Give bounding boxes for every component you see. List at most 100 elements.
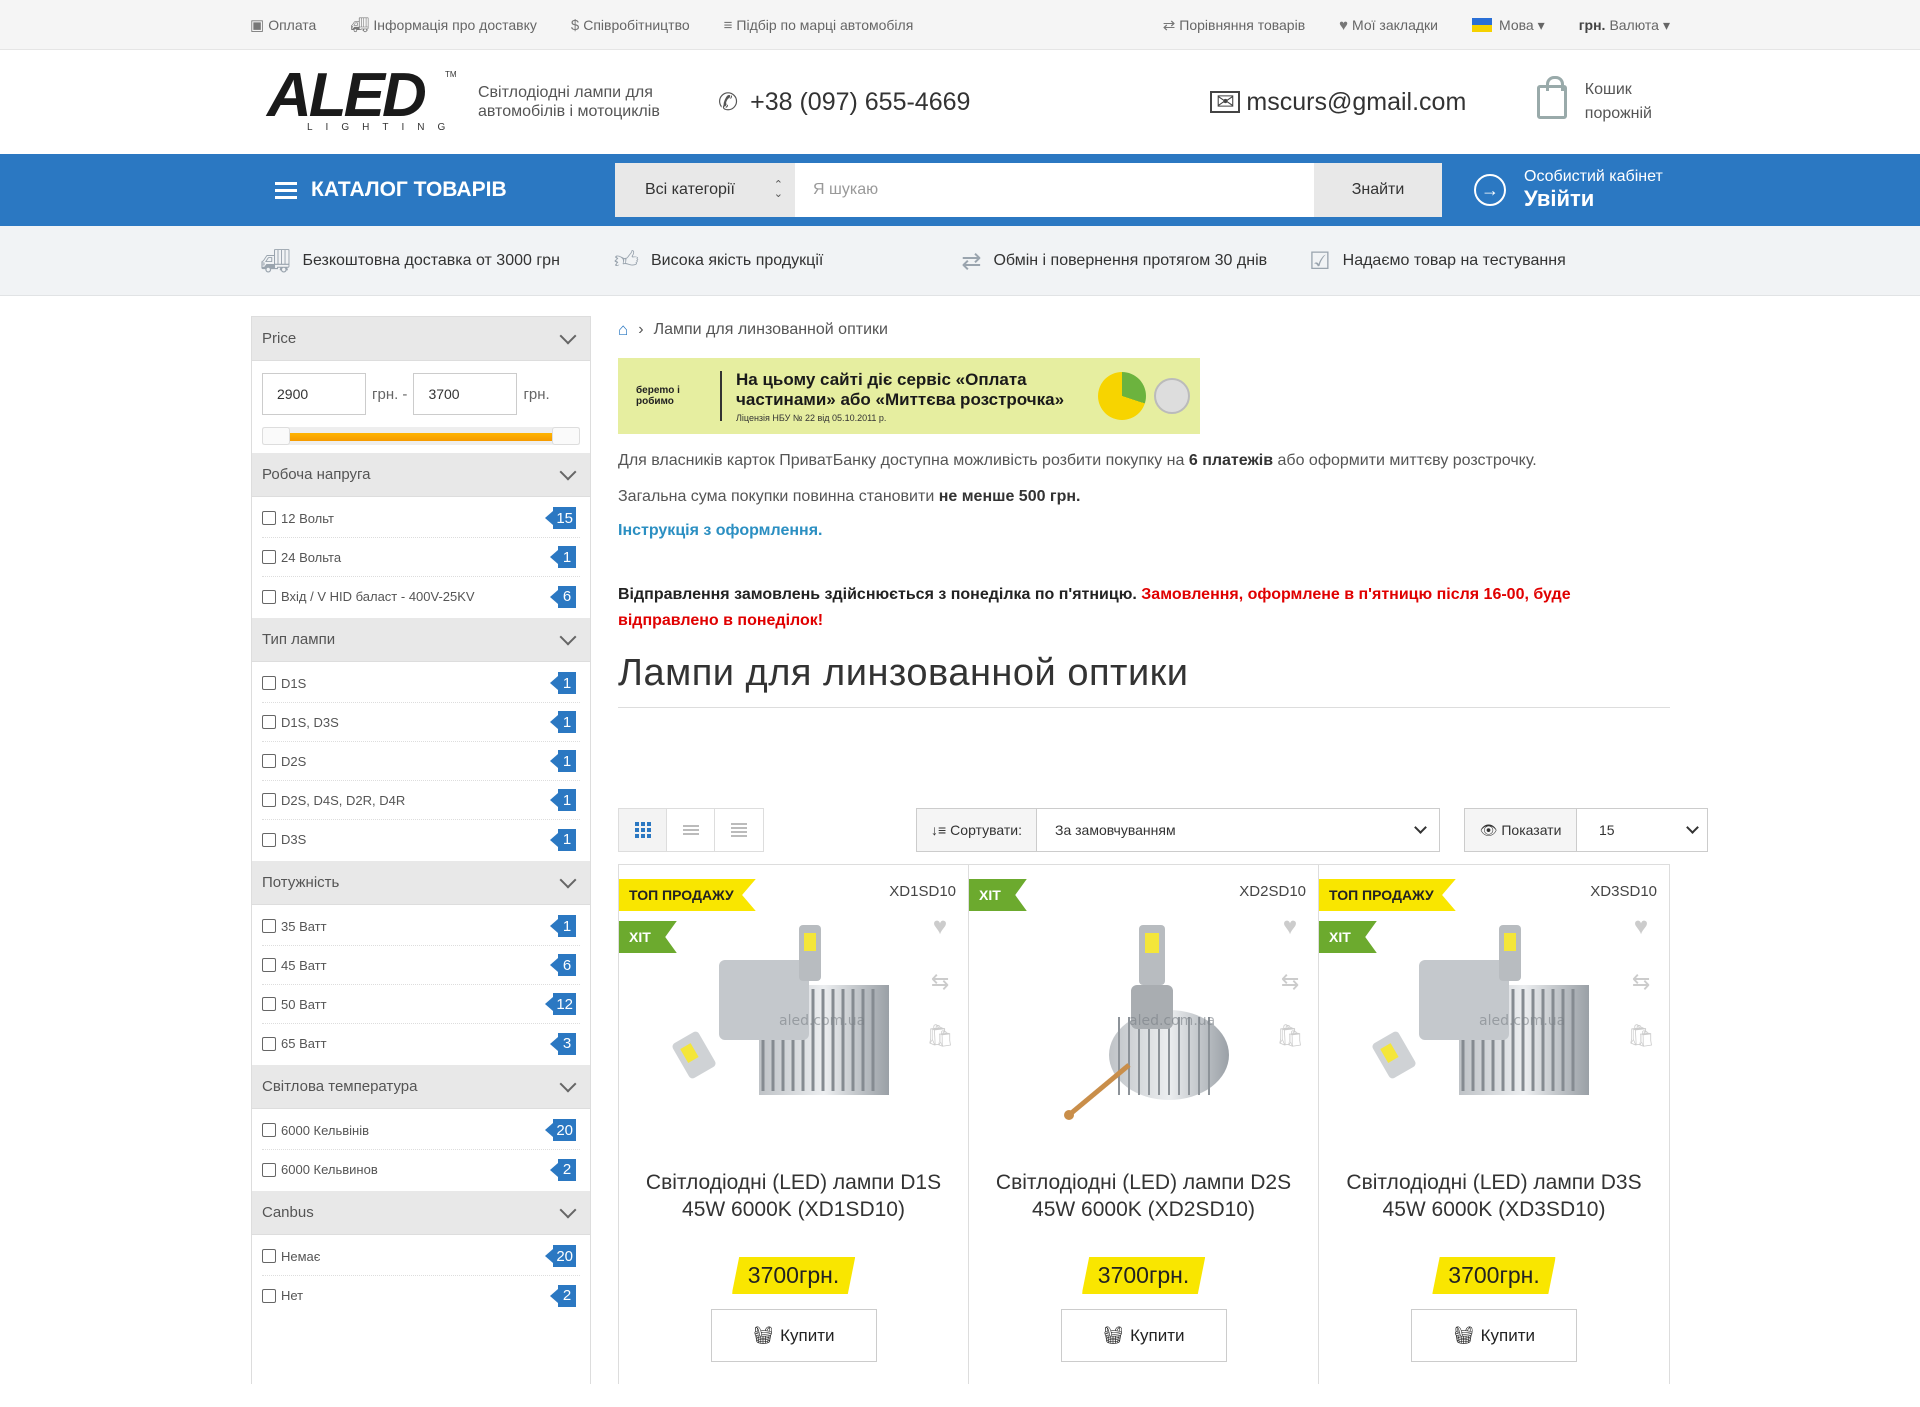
wishlist-heart-icon[interactable]: ♥: [933, 913, 947, 941]
wishlist-heart-icon[interactable]: ♥: [1634, 913, 1648, 941]
buy-button[interactable]: 🧺︎ Купити: [1060, 1309, 1227, 1362]
checkbox[interactable]: [262, 754, 276, 768]
filter-checkbox-label[interactable]: 24 Вольта: [262, 550, 341, 565]
checkbox[interactable]: [262, 832, 276, 847]
minimum-sum-text: Загальна сума покупки повинна становити …: [618, 488, 1081, 505]
filter-groups: Робоча напруга 12 Вольт 15 24 Вольта 1 Вхід /…: [252, 453, 590, 1317]
search-category-select[interactable]: Всі категорії ⌃ ⌄: [615, 163, 795, 217]
filter-checkbox-label[interactable]: D2S: [262, 754, 306, 769]
filter-checkbox-label[interactable]: 50 Ватт: [262, 997, 327, 1012]
price-max-input[interactable]: [413, 373, 518, 415]
search-input[interactable]: [795, 163, 1314, 217]
filter-checkbox-label[interactable]: 6000 Кельвінів: [262, 1123, 369, 1138]
filter-checkbox-label[interactable]: 12 Вольт: [262, 511, 334, 526]
filter-price-header[interactable]: Price: [252, 317, 590, 361]
product-image-link[interactable]: aled.com.ua: [659, 905, 919, 1135]
checkbox[interactable]: [262, 919, 276, 933]
compare-icon[interactable]: ⇆: [931, 969, 949, 995]
checkbox[interactable]: [262, 958, 276, 972]
filter-checkbox-label[interactable]: D1S, D3S: [262, 715, 339, 730]
language-dropdown[interactable]: Мова ▾: [1472, 17, 1545, 34]
filter-checkbox-label[interactable]: D3S: [262, 832, 306, 847]
bookmarks-link[interactable]: ♥ Мої закладки: [1339, 17, 1438, 34]
account-link[interactable]: → Особистий кабінет Увійти: [1474, 168, 1663, 212]
compare-link[interactable]: ⇄ Порівняння товарів: [1163, 16, 1305, 34]
price-min-input[interactable]: [262, 373, 366, 415]
shopping-bag-icon[interactable]: 🛍︎: [1627, 1023, 1655, 1049]
list-view-button[interactable]: [667, 809, 715, 851]
checkbox[interactable]: [262, 1288, 276, 1303]
filter-group-header[interactable]: Canbus: [252, 1191, 590, 1235]
product-image-link[interactable]: aled.com.ua: [1009, 905, 1269, 1135]
filter-checkbox-label[interactable]: Вхід / V HID баласт - 400V-25KV: [262, 589, 475, 604]
shopping-bag-icon[interactable]: 🛍︎: [926, 1023, 954, 1049]
product-title[interactable]: Світлодіодні (LED) лампи D3S 45W 6000K (…: [1319, 1169, 1669, 1223]
count-badge: 1: [550, 789, 576, 811]
basket-icon: 🧺︎: [1102, 1325, 1125, 1345]
checkbox[interactable]: [262, 511, 276, 525]
filter-checkbox-label[interactable]: Нет: [262, 1288, 303, 1303]
wishlist-heart-icon[interactable]: ♥: [1283, 913, 1297, 941]
instruction-link[interactable]: Інструкція з оформлення.: [618, 522, 1670, 540]
search-button[interactable]: Знайти: [1314, 163, 1442, 217]
grid-view-button[interactable]: [619, 809, 667, 851]
checkbox[interactable]: [262, 1036, 276, 1051]
price-slider[interactable]: [262, 427, 580, 445]
filter-checkbox-label[interactable]: 45 Ватт: [262, 958, 327, 973]
filter-option: 50 Ватт 12: [262, 985, 580, 1024]
shopping-bag-icon[interactable]: 🛍︎: [1276, 1023, 1304, 1049]
page-title: Лампи для линзованной оптики: [618, 652, 1670, 708]
checkbox[interactable]: [262, 1162, 276, 1177]
exchange-icon: ⇄: [961, 247, 982, 275]
checkbox[interactable]: [262, 793, 276, 807]
logo[interactable]: ALED LIGHTING TM: [267, 65, 457, 134]
car-selection-link[interactable]: ≡ Підбір по марці автомобіля: [724, 17, 914, 34]
slider-handle-min[interactable]: [262, 427, 290, 445]
filter-group-header[interactable]: Тип лампи: [252, 618, 590, 662]
installment-banner[interactable]: берemo і робимо На цьому сайті діє серві…: [618, 358, 1200, 434]
product-title[interactable]: Світлодіодні (LED) лампи D1S 45W 6000K (…: [619, 1169, 968, 1223]
payment-link[interactable]: ▣ Оплата: [250, 16, 316, 34]
filter-checkbox-label[interactable]: D2S, D4S, D2R, D4R: [262, 793, 405, 808]
filter-group-header[interactable]: Потужність: [252, 861, 590, 905]
benefit-exchange: ⇄ Обмін і повернення протягом 30 днів: [961, 247, 1268, 275]
product-image-link[interactable]: aled.com.ua: [1359, 905, 1619, 1135]
cart[interactable]: Кошик порожній: [1536, 76, 1652, 126]
filter-option: 6000 Кельвінів 20: [262, 1111, 580, 1150]
checkbox[interactable]: [262, 676, 276, 690]
filter-group-header[interactable]: Робоча напруга: [252, 453, 590, 497]
sort-control: ↓≡ Сортувати: За замовчуванням: [916, 808, 1440, 852]
filter-group-header[interactable]: Світлова температура: [252, 1065, 590, 1109]
buy-button[interactable]: 🧺︎ Купити: [1411, 1309, 1577, 1362]
filter-checkbox-label[interactable]: 35 Ватт: [262, 919, 327, 934]
checkbox[interactable]: [262, 997, 276, 1011]
slider-handle-max[interactable]: [552, 427, 580, 445]
home-icon[interactable]: ⌂: [618, 320, 628, 340]
filter-checkbox-label[interactable]: Немає: [262, 1249, 320, 1264]
sort-select[interactable]: За замовчуванням: [1037, 809, 1439, 851]
filter-checkbox-label[interactable]: 65 Ватт: [262, 1036, 327, 1051]
buy-button[interactable]: 🧺︎ Купити: [710, 1309, 877, 1362]
catalog-menu-button[interactable]: КАТАЛОГ ТОВАРІВ: [275, 178, 615, 202]
filter-checkbox-label[interactable]: 6000 Кельвинов: [262, 1162, 378, 1177]
eye-icon: 👁︎: [1479, 821, 1498, 838]
table-view-button[interactable]: [715, 809, 763, 851]
checkbox[interactable]: [262, 1123, 276, 1137]
limit-select[interactable]: 15: [1577, 809, 1707, 851]
filter-option: 12 Вольт 15: [262, 499, 580, 538]
checkbox[interactable]: [262, 550, 276, 564]
checkbox[interactable]: [262, 715, 276, 729]
filter-checkbox-label[interactable]: D1S: [262, 676, 306, 691]
compare-icon[interactable]: ⇆: [1632, 969, 1650, 995]
benefit-quality: 👍︎ Висока якість продукції: [613, 247, 824, 274]
phone[interactable]: ✆ +38 (097) 655-4669: [718, 88, 970, 117]
product-title[interactable]: Світлодіодні (LED) лампи D2S 45W 6000K (…: [969, 1169, 1318, 1223]
checkbox[interactable]: [262, 589, 276, 604]
compare-icon[interactable]: ⇆: [1281, 969, 1299, 995]
product-actions: ♥ ⇆ 🛍︎: [1627, 913, 1655, 1049]
cooperation-link[interactable]: $ Співробітництво: [571, 17, 690, 34]
email[interactable]: ✉ mscurs@gmail.com: [1210, 88, 1466, 117]
currency-dropdown[interactable]: грн. Валюта ▾: [1579, 17, 1670, 34]
checkbox[interactable]: [262, 1249, 276, 1263]
delivery-link[interactable]: 🚚︎ Інформація про доставку: [350, 16, 537, 34]
